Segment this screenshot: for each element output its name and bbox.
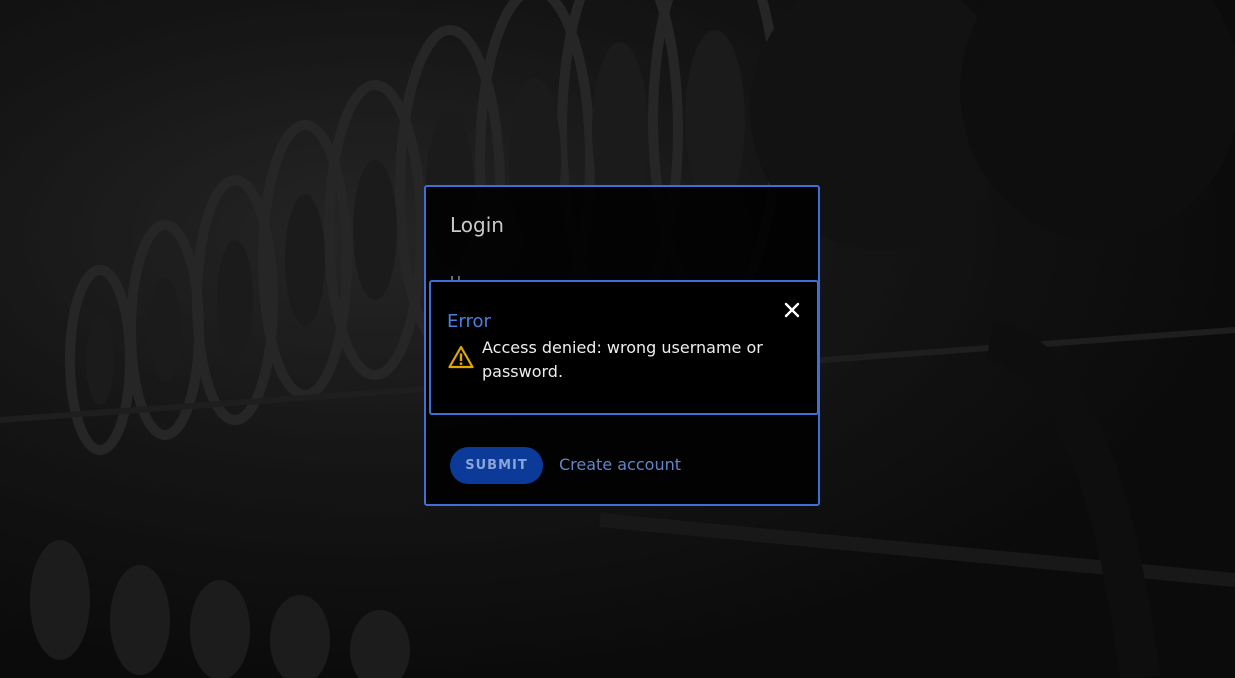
login-title: Login [450, 213, 504, 237]
create-account-link[interactable]: Create account [559, 455, 681, 474]
error-dialog: Error Access denied: wrong username or p… [429, 280, 819, 415]
error-message: Access denied: wrong username or passwor… [482, 338, 763, 381]
error-title: Error [447, 311, 491, 332]
submit-button[interactable]: SUBMIT [450, 447, 543, 484]
close-icon[interactable] [781, 299, 803, 321]
warning-icon [448, 345, 474, 369]
